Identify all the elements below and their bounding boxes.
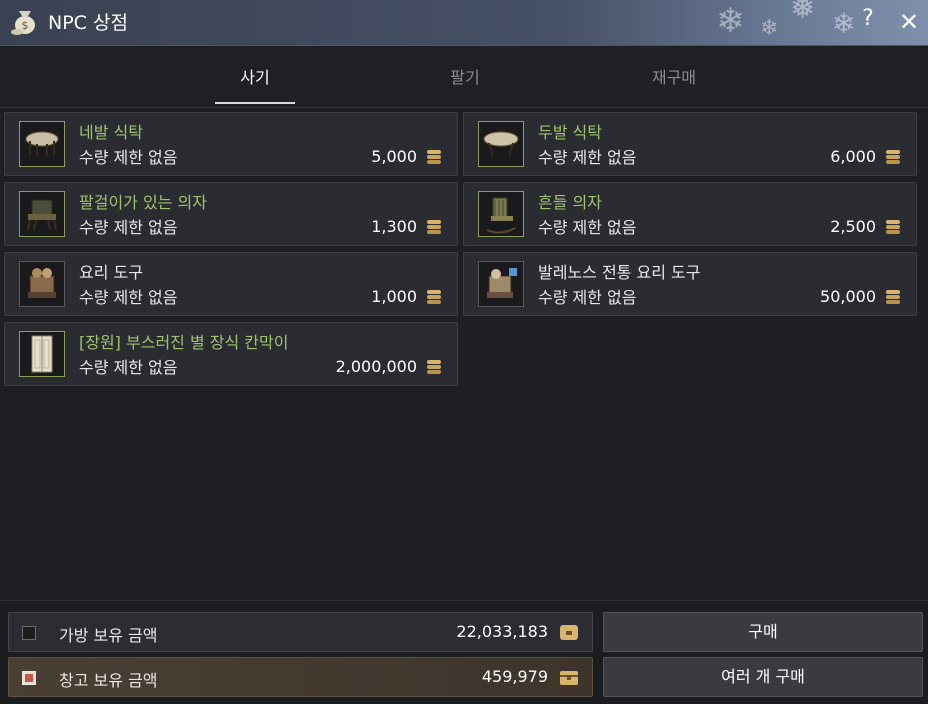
inventory-money-value: 22,033,183 [456, 622, 548, 641]
wallet-panel: 가방 보유 금액 22,033,183 창고 보유 금액 459,979 구매 … [0, 600, 928, 704]
storage-money-label: 창고 보유 금액 [59, 671, 158, 690]
silver-coin-icon [427, 290, 441, 304]
rocking-chair-icon [478, 191, 524, 237]
tab-bar: 사기 팔기 재구매 [0, 46, 928, 108]
shop-item[interactable]: 팔걸이가 있는 의자 수량 제한 없음 1,300 [4, 182, 458, 246]
two-leg-table-icon [478, 121, 524, 167]
item-price: 2,000,000 [335, 357, 417, 376]
buy-button[interactable]: 구매 [603, 612, 923, 652]
item-limit: 수량 제한 없음 [538, 218, 637, 237]
item-price: 1,000 [371, 287, 417, 306]
item-limit: 수량 제한 없음 [538, 288, 637, 307]
shop-item[interactable]: 네발 식탁 수량 제한 없음 5,000 [4, 112, 458, 176]
bag-icon [560, 625, 578, 640]
storage-money-checkbox[interactable] [22, 671, 36, 685]
item-limit: 수량 제한 없음 [79, 288, 178, 307]
item-name: 요리 도구 [79, 263, 143, 282]
storage-money-value: 459,979 [481, 667, 548, 686]
item-name: 발레노스 전통 요리 도구 [538, 263, 701, 282]
storage-money-row[interactable]: 창고 보유 금액 459,979 [8, 657, 593, 697]
item-limit: 수량 제한 없음 [79, 148, 178, 167]
item-price: 2,500 [830, 217, 876, 236]
snowflake-icon: ❅ [790, 0, 816, 26]
item-name: 흔들 의자 [538, 193, 602, 212]
silver-coin-icon [886, 290, 900, 304]
item-price: 6,000 [830, 147, 876, 166]
silver-coin-icon [427, 360, 441, 374]
close-button[interactable]: ✕ [896, 8, 922, 36]
title-bar[interactable]: $ NPC 상점 ❄ ❄ ❅ ❄ ? ✕ [0, 0, 928, 46]
velia-cooking-utensil-icon [478, 261, 524, 307]
tab-buy[interactable]: 사기 [215, 64, 295, 104]
item-price: 5,000 [371, 147, 417, 166]
armchair-icon [19, 191, 65, 237]
shop-item[interactable]: 발레노스 전통 요리 도구 수량 제한 없음 50,000 [463, 252, 917, 316]
silver-coin-icon [886, 150, 900, 164]
window-title: NPC 상점 [48, 12, 128, 34]
shop-item[interactable]: 두발 식탁 수량 제한 없음 6,000 [463, 112, 917, 176]
partition-icon [19, 331, 65, 377]
inventory-money-row[interactable]: 가방 보유 금액 22,033,183 [8, 612, 593, 652]
item-name: 네발 식탁 [79, 123, 143, 142]
item-name: 팔걸이가 있는 의자 [79, 193, 207, 212]
item-price: 50,000 [820, 287, 876, 306]
shop-item[interactable]: 흔들 의자 수량 제한 없음 2,500 [463, 182, 917, 246]
snowflake-icon: ❄ [832, 7, 856, 40]
cooking-utensil-icon [19, 261, 65, 307]
item-limit: 수량 제한 없음 [538, 148, 637, 167]
silver-coin-icon [427, 150, 441, 164]
snowflake-icon: ❄ [760, 16, 779, 41]
storage-chest-icon [560, 671, 578, 685]
svg-text:$: $ [22, 19, 29, 32]
snowflake-icon: ❄ [716, 1, 745, 41]
shop-item[interactable]: 요리 도구 수량 제한 없음 1,000 [4, 252, 458, 316]
item-name: [장원] 부스러진 별 장식 칸막이 [79, 333, 289, 352]
four-leg-table-icon [19, 121, 65, 167]
buy-multiple-button[interactable]: 여러 개 구매 [603, 657, 923, 697]
silver-coin-icon [427, 220, 441, 234]
item-price: 1,300 [371, 217, 417, 236]
item-name: 두발 식탁 [538, 123, 602, 142]
help-button[interactable]: ? [857, 6, 879, 36]
silver-coin-icon [886, 220, 900, 234]
item-limit: 수량 제한 없음 [79, 358, 178, 377]
tab-buyback[interactable]: 재구매 [634, 64, 714, 104]
tab-sell[interactable]: 팔기 [425, 64, 505, 104]
inventory-money-label: 가방 보유 금액 [59, 626, 158, 645]
inventory-money-checkbox[interactable] [22, 626, 36, 640]
shop-item[interactable]: [장원] 부스러진 별 장식 칸막이 수량 제한 없음 2,000,000 [4, 322, 458, 386]
money-bag-icon: $ [10, 7, 40, 37]
item-limit: 수량 제한 없음 [79, 218, 178, 237]
